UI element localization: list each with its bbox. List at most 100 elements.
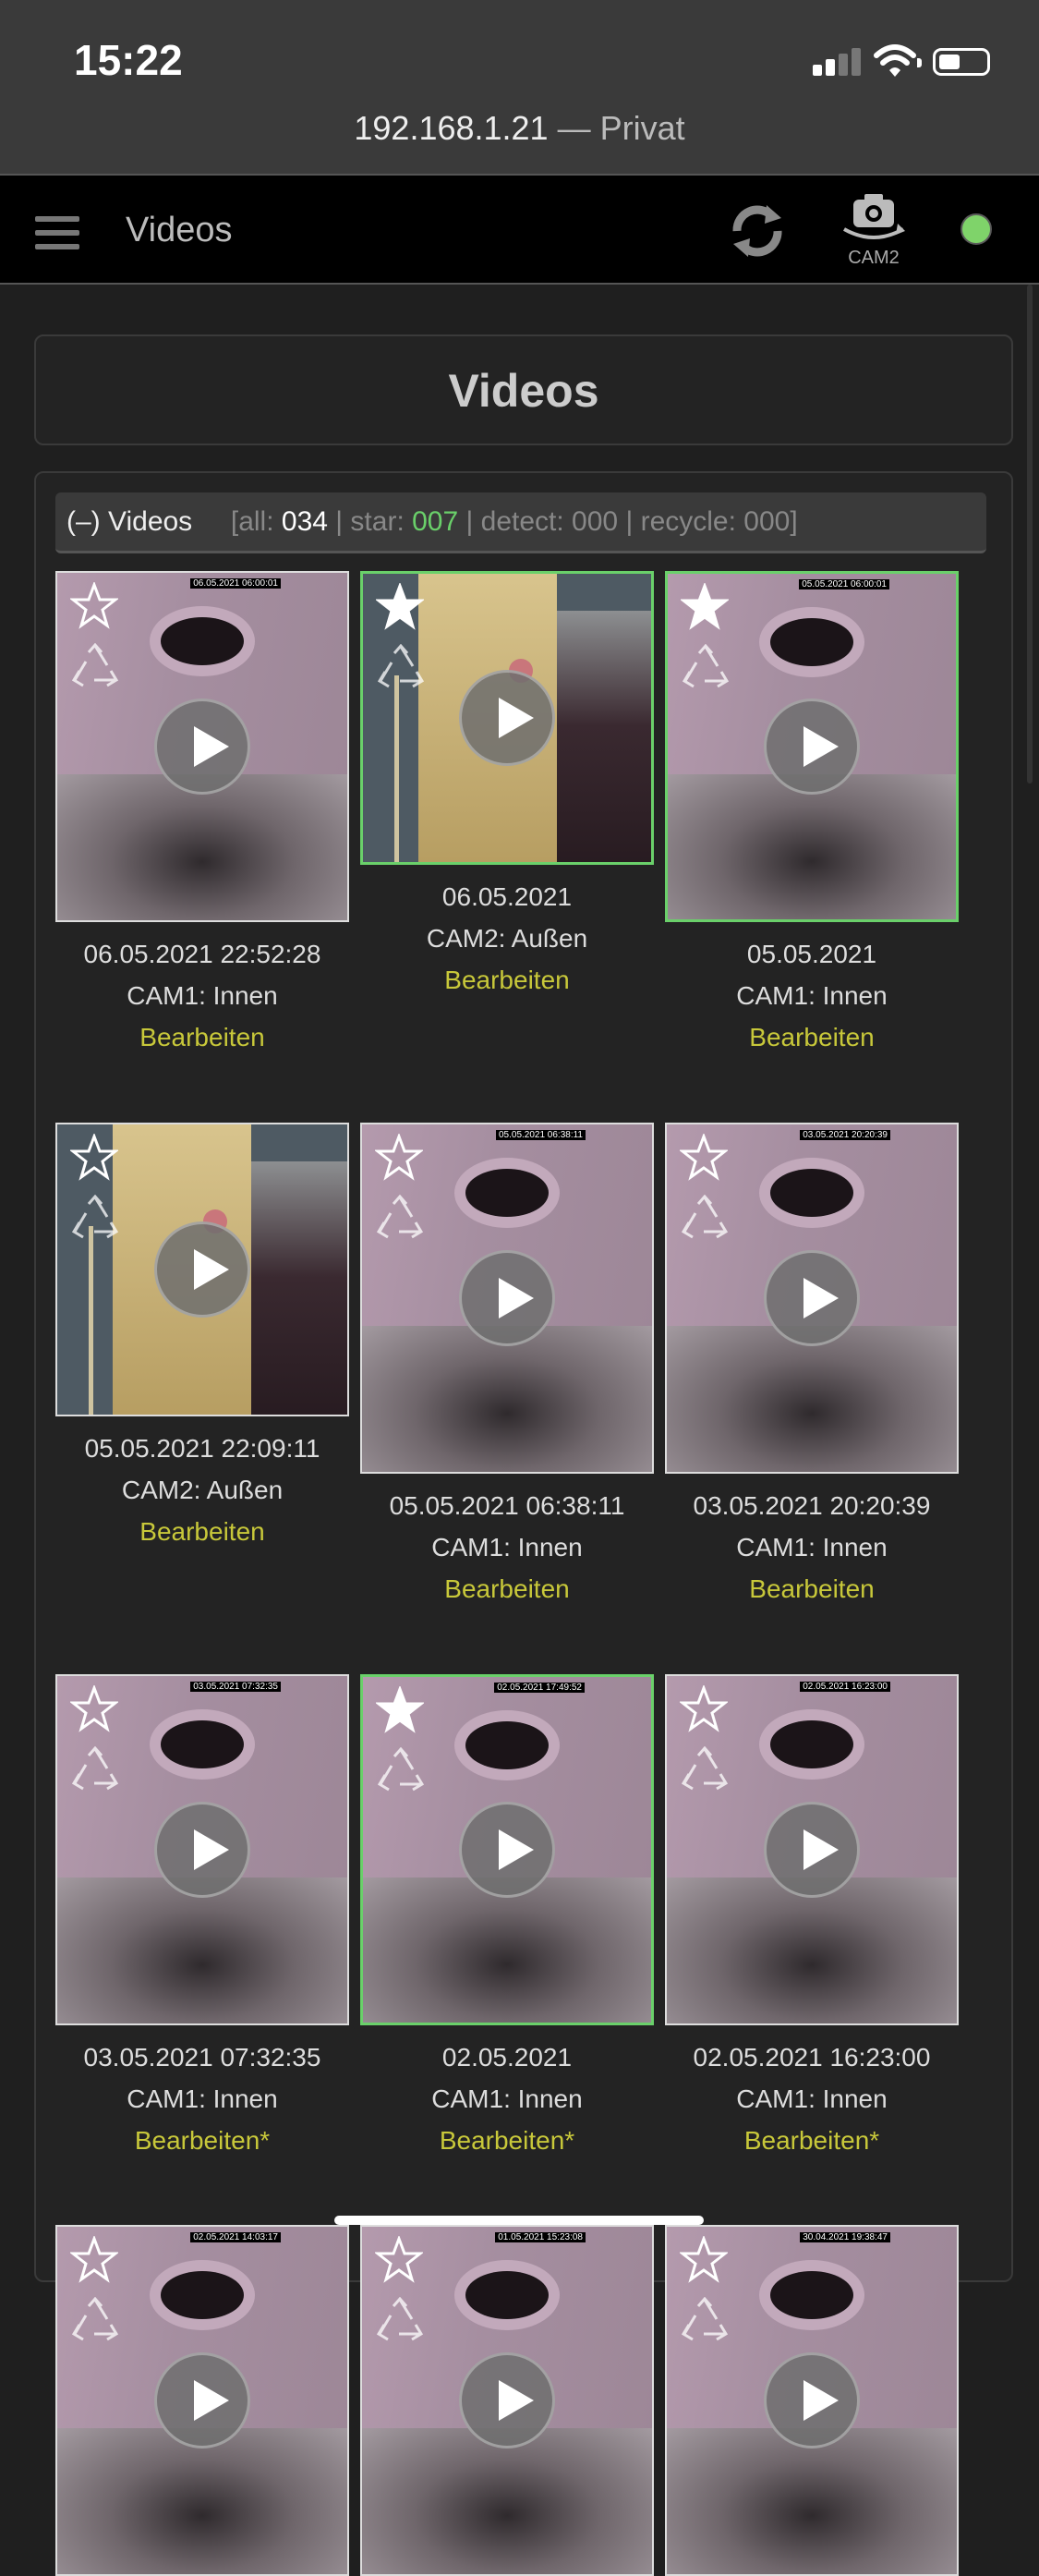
video-caption: 06.05.2021 CAM2: Außen Bearbeiten [342, 876, 672, 1001]
play-icon[interactable] [764, 1802, 860, 1898]
detect-count-label: | detect: [458, 506, 573, 537]
refresh-icon[interactable] [724, 198, 791, 264]
all-count: 034 [281, 506, 328, 537]
url-bar[interactable]: 192.168.1.21 — Privat [0, 109, 1039, 148]
star-icon[interactable] [680, 2236, 728, 2284]
video-timestamp-overlay: 30.04.2021 19:38:47 [800, 2232, 890, 2242]
edit-link[interactable]: Bearbeiten [342, 1568, 672, 1610]
battery-icon [917, 48, 990, 76]
video-thumbnail[interactable]: 30.04.2021 19:38:47 [665, 2225, 959, 2576]
star-icon[interactable] [375, 1134, 423, 1182]
play-icon[interactable] [459, 2352, 555, 2448]
edit-link[interactable]: Bearbeiten [646, 1016, 977, 1058]
collapse-toggle-label[interactable]: (–) Videos [66, 506, 192, 537]
edit-link[interactable]: Bearbeiten* [37, 2120, 368, 2161]
page-header-card: Videos [34, 334, 1013, 445]
play-icon[interactable] [459, 1802, 555, 1898]
recycle-icon[interactable] [70, 1195, 120, 1245]
play-icon[interactable] [764, 2352, 860, 2448]
play-icon[interactable] [154, 1221, 250, 1318]
nav-title: Videos [126, 211, 233, 249]
video-thumbnail[interactable]: 05.05.2021 06:38:11 [360, 1123, 654, 1474]
video-thumbnail[interactable]: 02.05.2021 14:03:17 [55, 2225, 349, 2576]
video-timestamp-overlay: 03.05.2021 20:20:39 [800, 1130, 890, 1140]
camera-label: CAM2 [848, 248, 900, 268]
star-icon[interactable] [681, 583, 729, 631]
recycle-icon[interactable] [70, 2297, 120, 2347]
play-icon[interactable] [764, 1250, 860, 1346]
video-thumbnail[interactable] [55, 1123, 349, 1416]
recycle-icon[interactable] [375, 2297, 425, 2347]
video-timestamp-overlay: 02.05.2021 17:49:52 [494, 1683, 585, 1693]
recycle-icon[interactable] [680, 1195, 730, 1245]
edit-link[interactable]: Bearbeiten [646, 1568, 977, 1610]
page-title: Videos [448, 365, 599, 417]
play-icon[interactable] [154, 1802, 250, 1898]
url-host: 192.168.1.21 [354, 109, 549, 147]
recycle-icon[interactable] [70, 643, 120, 693]
camera-switch-button[interactable]: CAM2 [839, 188, 909, 272]
video-camera: CAM1: Innen [736, 1533, 888, 1561]
video-thumbnail[interactable]: 03.05.2021 07:32:35 [55, 1674, 349, 2025]
recycle-count: 000 [743, 506, 791, 537]
video-camera: CAM2: Außen [426, 924, 588, 953]
video-caption: 06.05.2021 22:52:28 CAM1: Innen Bearbeiten [37, 933, 368, 1058]
video-thumbnail[interactable]: 02.05.2021 17:49:52 [360, 1674, 654, 2025]
video-date: 03.05.2021 20:20:39 [693, 1491, 931, 1520]
star-icon[interactable] [376, 1686, 424, 1734]
video-date: 06.05.2021 [441, 882, 573, 911]
video-date: 02.05.2021 16:23:00 [693, 2043, 931, 2072]
star-icon[interactable] [375, 2236, 423, 2284]
video-date: 05.05.2021 [746, 940, 877, 968]
edit-link[interactable]: Bearbeiten [37, 1016, 368, 1058]
scrollbar[interactable] [1027, 285, 1033, 784]
video-thumbnail[interactable] [360, 571, 654, 865]
star-icon[interactable] [376, 583, 424, 631]
edit-link[interactable]: Bearbeiten* [646, 2120, 977, 2161]
recycle-icon[interactable] [375, 1195, 425, 1245]
recycle-icon[interactable] [681, 644, 731, 694]
all-count-label: [all: [230, 506, 282, 537]
edit-link[interactable]: Bearbeiten* [342, 2120, 672, 2161]
video-camera: CAM1: Innen [431, 1533, 583, 1561]
video-thumbnail[interactable]: 01.05.2021 15:23:08 [360, 2225, 654, 2576]
play-icon[interactable] [764, 699, 860, 795]
star-icon[interactable] [70, 1685, 118, 1733]
edit-link[interactable]: Bearbeiten [37, 1511, 368, 1552]
video-timestamp-overlay: 03.05.2021 07:32:35 [190, 1682, 281, 1692]
video-camera: CAM1: Innen [736, 2084, 888, 2113]
star-icon[interactable] [680, 1134, 728, 1182]
status-bar: 15:22 192.168.1.21 — Privat [0, 0, 1039, 176]
recycle-icon[interactable] [376, 644, 426, 694]
url-label: Privat [599, 109, 685, 147]
clock: 15:22 [74, 36, 183, 84]
video-caption: 05.05.2021 22:09:11 CAM2: Außen Bearbeiten [37, 1428, 368, 1552]
play-icon[interactable] [459, 670, 555, 766]
video-camera: CAM1: Innen [127, 2084, 278, 2113]
star-icon[interactable] [680, 1685, 728, 1733]
edit-link[interactable]: Bearbeiten [342, 959, 672, 1001]
video-caption: 03.05.2021 07:32:35 CAM1: Innen Bearbeiten… [37, 2036, 368, 2161]
video-thumbnail[interactable]: 02.05.2021 16:23:00 [665, 1674, 959, 2025]
video-thumbnail[interactable]: 03.05.2021 20:20:39 [665, 1123, 959, 1474]
recycle-icon[interactable] [70, 1746, 120, 1796]
recycle-icon[interactable] [680, 1746, 730, 1796]
videos-filter-bar[interactable]: (–) Videos [all: 034 | star: 007 | detec… [55, 492, 986, 553]
play-icon[interactable] [459, 1250, 555, 1346]
menu-icon[interactable] [35, 216, 79, 249]
video-caption: 03.05.2021 20:20:39 CAM1: Innen Bearbeiten [646, 1485, 977, 1610]
play-icon[interactable] [154, 2352, 250, 2448]
star-icon[interactable] [70, 2236, 118, 2284]
video-timestamp-overlay: 05.05.2021 06:38:11 [495, 1130, 586, 1140]
video-thumbnail[interactable]: 05.05.2021 06:00:01 [665, 571, 959, 922]
camera-switch-icon [843, 194, 905, 239]
star-icon[interactable] [70, 1134, 118, 1182]
recycle-icon[interactable] [680, 2297, 730, 2347]
play-icon[interactable] [154, 699, 250, 795]
video-thumbnail[interactable]: 06.05.2021 06:00:01 [55, 571, 349, 922]
video-timestamp-overlay: 06.05.2021 06:00:01 [190, 578, 281, 589]
recycle-icon[interactable] [376, 1747, 426, 1797]
video-camera: CAM1: Innen [736, 981, 888, 1010]
video-timestamp-overlay: 05.05.2021 06:00:01 [799, 579, 889, 589]
star-icon[interactable] [70, 582, 118, 630]
